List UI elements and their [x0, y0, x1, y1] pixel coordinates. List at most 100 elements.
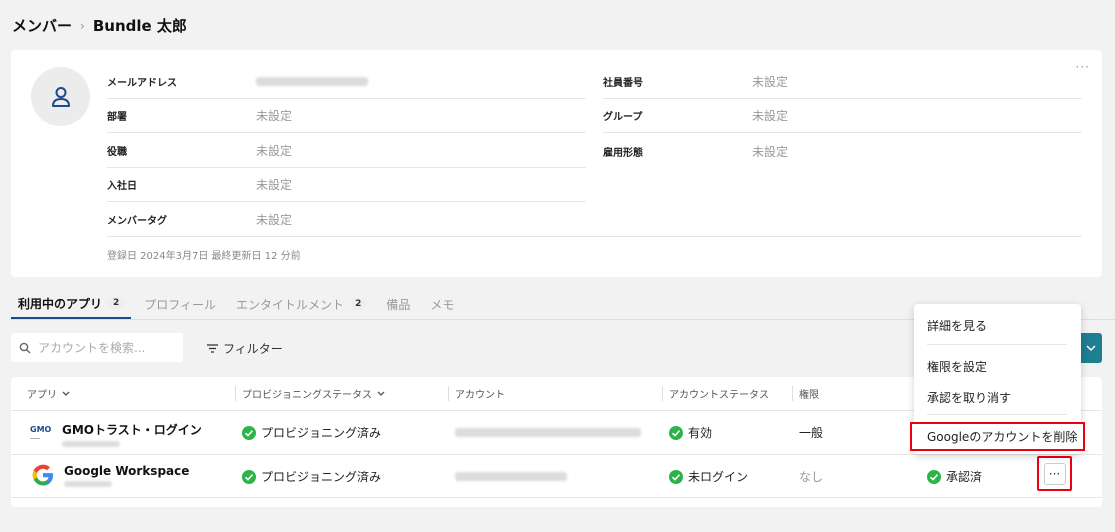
menu-item-revoke-approval[interactable]: 承認を取り消す	[927, 389, 1011, 406]
account-status: 有効	[669, 424, 712, 441]
account-status: 未ログイン	[669, 468, 748, 485]
check-circle-icon	[242, 469, 256, 484]
page-title: Bundle 太郎	[92, 17, 187, 35]
tab-label: メモ	[430, 297, 455, 312]
account-search	[11, 333, 183, 362]
chevron-down-icon	[62, 391, 70, 396]
field-label: 入社日	[107, 181, 137, 192]
field-value: 未設定	[256, 144, 293, 158]
menu-item-set-permission[interactable]: 権限を設定	[927, 358, 987, 375]
column-header-account-status: アカウントステータス	[662, 386, 769, 401]
field-joined: 入社日 未設定	[107, 168, 586, 202]
registration-meta: 登録日 2024年3月7日 最終更新日 12 分前	[107, 251, 301, 262]
row-divider	[11, 497, 1102, 498]
column-label: アカウントステータス	[669, 390, 769, 401]
tab-label: 備品	[386, 297, 411, 312]
tab-equipment[interactable]: 備品	[379, 289, 417, 319]
breadcrumb-members-link[interactable]: メンバー	[12, 15, 72, 36]
tab-apps-in-use[interactable]: 利用中のアプリ 2	[11, 289, 132, 319]
breadcrumb-separator: ›	[80, 18, 85, 33]
menu-item-view-details[interactable]: 詳細を見る	[927, 317, 987, 334]
column-header-app[interactable]: アプリ	[27, 377, 70, 410]
field-email: メールアドレス	[107, 65, 586, 99]
field-label: 社員番号	[603, 78, 643, 89]
field-value: 未設定	[752, 144, 789, 159]
menu-divider	[927, 344, 1067, 345]
column-label: プロビジョニングステータス	[242, 390, 372, 401]
profile-card: ··· メールアドレス 部署 未設定 役職 未設定 入社日 未設定 メンバータグ…	[11, 50, 1102, 277]
app-name[interactable]: GMOトラスト・ログイン	[62, 421, 202, 438]
status-text: プロビジョニング済み	[261, 470, 382, 484]
app-sub	[64, 480, 112, 487]
column-header-provisioning[interactable]: プロビジョニングステータス	[235, 386, 385, 401]
permission-value: なし	[799, 470, 824, 484]
field-position: 役職 未設定	[107, 134, 586, 168]
chevron-down-icon	[1086, 345, 1096, 351]
field-employee-number: 社員番号 未設定	[603, 65, 1082, 99]
menu-divider	[927, 414, 1067, 415]
column-label: 権限	[799, 390, 819, 401]
gmo-logo-icon: GMO ━━━━	[30, 425, 52, 441]
search-input[interactable]	[38, 340, 168, 355]
menu-item-delete-google-account[interactable]: Googleのアカウントを削除	[910, 422, 1085, 451]
app-name[interactable]: Google Workspace	[64, 464, 189, 478]
tab-count-badge: 2	[108, 297, 125, 309]
field-label: 部署	[107, 112, 127, 123]
account-value	[455, 472, 567, 481]
field-label: グループ	[603, 112, 643, 123]
field-value: 未設定	[256, 213, 293, 227]
tab-memo[interactable]: メモ	[423, 289, 461, 319]
user-icon	[51, 86, 70, 107]
breadcrumb: メンバー › Bundle 太郎	[12, 15, 187, 36]
field-label: 役職	[107, 147, 127, 158]
field-label: 雇用形態	[603, 147, 643, 159]
check-circle-icon	[669, 425, 683, 440]
status-text: 未ログイン	[688, 470, 749, 484]
check-circle-icon	[669, 469, 683, 484]
column-header-account: アカウント	[448, 386, 505, 401]
row-divider	[11, 454, 1102, 455]
check-circle-icon	[927, 469, 941, 484]
column-label: アカウント	[455, 390, 505, 401]
field-department: 部署 未設定	[107, 99, 586, 133]
avatar	[31, 67, 90, 126]
approval-status: 承認済	[927, 468, 982, 485]
check-circle-icon	[242, 425, 256, 440]
table-row[interactable]: GMO ━━━━ GMOトラスト・ログイン	[30, 421, 202, 447]
add-account-dropdown-button[interactable]	[1080, 333, 1102, 363]
permission-value: 一般	[799, 426, 824, 440]
status-text: 有効	[688, 426, 713, 440]
tab-label: エンタイトルメント	[236, 297, 345, 312]
tab-count-badge: 2	[350, 298, 367, 310]
tab-profile[interactable]: プロフィール	[137, 289, 223, 319]
column-label: アプリ	[27, 390, 57, 401]
field-value: 未設定	[256, 109, 293, 123]
filter-label: フィルター	[223, 342, 283, 356]
field-member-tag: メンバータグ 未設定	[107, 203, 1082, 237]
field-group: グループ 未設定	[603, 99, 1082, 133]
tab-label: 利用中のアプリ	[18, 296, 103, 311]
field-value: 未設定	[752, 75, 789, 89]
status-text: 承認済	[946, 470, 983, 484]
tab-label: プロフィール	[144, 297, 217, 312]
provisioning-status: プロビジョニング済み	[242, 468, 381, 485]
table-row[interactable]: Google Workspace	[30, 462, 189, 488]
search-icon	[19, 342, 31, 353]
row-actions-highlight: ···	[1037, 456, 1072, 491]
status-text: プロビジョニング済み	[261, 426, 382, 440]
field-value: 未設定	[256, 178, 293, 192]
account-value	[455, 428, 641, 437]
field-value: 未設定	[752, 109, 789, 123]
tab-entitlements[interactable]: エンタイトルメント 2	[229, 289, 373, 319]
field-label: メンバータグ	[107, 216, 167, 227]
row-more-button[interactable]: ···	[1043, 462, 1066, 485]
column-header-permission: 権限	[792, 386, 819, 401]
field-employment-type: 雇用形態 未設定	[603, 134, 1082, 168]
filter-icon	[207, 344, 218, 353]
filter-button[interactable]: フィルター	[207, 340, 283, 357]
chevron-down-icon	[377, 391, 385, 396]
provisioning-status: プロビジョニング済み	[242, 424, 381, 441]
google-logo-icon	[32, 464, 53, 486]
app-sub	[62, 441, 120, 447]
field-label: メールアドレス	[107, 78, 177, 89]
